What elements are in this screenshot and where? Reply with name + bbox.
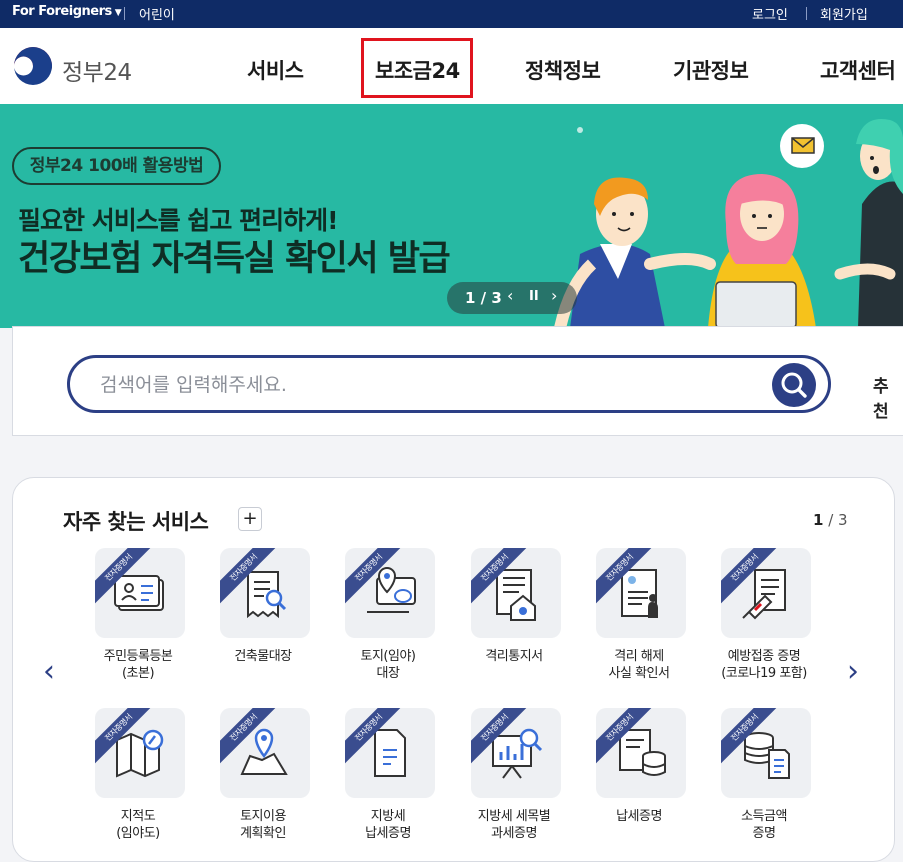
service-card[interactable]: 전자증명서 xyxy=(95,708,185,798)
nav-agency-info[interactable]: 기관정보 xyxy=(673,55,749,85)
banner-prev-button[interactable]: ‹ xyxy=(507,286,513,305)
services-pagination: 1 / 3 xyxy=(813,511,848,529)
service-item[interactable]: 전자증명서토지(임야) 대장 xyxy=(325,548,451,698)
kids-link[interactable]: 어린이 xyxy=(139,4,175,23)
nav-services[interactable]: 서비스 xyxy=(247,55,304,85)
recommend-keywords-label: 추천 xyxy=(873,377,889,422)
service-item[interactable]: 전자증명서지적도 (임야도) xyxy=(75,708,201,858)
for-foreigners-menu[interactable]: For Foreigners ▼ xyxy=(12,4,122,19)
add-service-button[interactable]: + xyxy=(238,507,262,531)
service-card[interactable]: 전자증명서 xyxy=(721,548,811,638)
service-label: 지방세 납세증명 xyxy=(365,809,411,841)
logo-text[interactable]: 정부24 xyxy=(62,53,132,87)
search-panel: 추천 xyxy=(12,326,903,436)
service-item[interactable]: 전자증명서격리 해제 사실 확인서 xyxy=(576,548,702,698)
nav-policy-info[interactable]: 정책정보 xyxy=(525,55,601,85)
service-card[interactable]: 전자증명서 xyxy=(345,708,435,798)
service-card[interactable]: 전자증명서 xyxy=(721,708,811,798)
service-item[interactable]: 전자증명서격리통지서 xyxy=(451,548,577,698)
services-page-current: 1 xyxy=(813,511,824,529)
services-prev-button[interactable]: ‹ xyxy=(43,654,55,689)
search-input[interactable] xyxy=(100,372,750,398)
login-link[interactable]: 로그인 xyxy=(752,4,788,23)
service-label: 주민등록등본 (초본) xyxy=(103,649,173,681)
search-box xyxy=(67,355,831,413)
service-label: 지적도 (임야도) xyxy=(116,809,160,841)
signup-link[interactable]: 회원가입 xyxy=(820,4,868,23)
government-logo-icon[interactable] xyxy=(12,45,54,87)
service-item[interactable]: 전자증명서지방세 납세증명 xyxy=(325,708,451,858)
nav-customer-center[interactable]: 고객센터 xyxy=(820,55,896,85)
divider xyxy=(806,7,807,20)
section-title: 자주 찾는 서비스 xyxy=(63,510,209,534)
service-item[interactable]: 전자증명서지방세 세목별 과세증명 xyxy=(451,708,577,858)
banner-next-button[interactable]: › xyxy=(551,286,557,305)
service-item[interactable]: 전자증명서예방접종 증명 (코로나19 포함) xyxy=(701,548,827,698)
divider xyxy=(124,7,125,20)
service-card[interactable]: 전자증명서 xyxy=(471,708,561,798)
caret-down-icon: ▼ xyxy=(114,8,122,18)
service-label: 납세증명 xyxy=(616,809,662,824)
service-card[interactable]: 전자증명서 xyxy=(345,548,435,638)
service-item[interactable]: 전자증명서주민등록등본 (초본) xyxy=(75,548,201,698)
banner-page-count: 1 / 3 xyxy=(465,289,502,307)
service-card[interactable]: 전자증명서 xyxy=(220,548,310,638)
service-item[interactable]: 전자증명서토지이용 계획확인 xyxy=(200,708,326,858)
service-item[interactable]: 전자증명서납세증명 xyxy=(576,708,702,858)
service-item[interactable]: 전자증명서건축물대장 xyxy=(200,548,326,698)
highlight-annotation xyxy=(361,38,473,98)
service-card[interactable]: 전자증명서 xyxy=(596,548,686,638)
service-label: 토지이용 계획확인 xyxy=(240,809,286,841)
frequent-services-panel: 자주 찾는 서비스 + 1 / 3 ‹ › 전자증명서 주민등록등본 (초본) 전자… xyxy=(12,477,895,862)
service-label: 건축물대장 xyxy=(234,649,292,664)
service-card[interactable]: 전자증명서 xyxy=(220,708,310,798)
banner-pill: 정부24 100배 활용방법 xyxy=(12,147,221,185)
search-button[interactable] xyxy=(772,363,816,407)
promo-banner[interactable]: 정부24 100배 활용방법 필요한 서비스를 쉽고 편리하게! 건강보험 자격… xyxy=(0,104,903,328)
service-label: 지방세 세목별 과세증명 xyxy=(477,809,551,841)
service-card[interactable]: 전자증명서 xyxy=(95,548,185,638)
service-label: 소득금액 증명 xyxy=(741,809,787,841)
service-label: 격리통지서 xyxy=(485,649,543,664)
services-page-total: / 3 xyxy=(828,511,848,529)
service-card[interactable]: 전자증명서 xyxy=(471,548,561,638)
service-label: 예방접종 증명 (코로나19 포함) xyxy=(721,649,807,681)
banner-title: 건강보험 자격득실 확인서 발급 xyxy=(18,239,451,279)
utility-bar: For Foreigners ▼ 어린이 로그인 회원가입 xyxy=(0,0,903,28)
services-next-button[interactable]: › xyxy=(847,654,859,689)
banner-illustration xyxy=(554,119,903,328)
banner-pager: 1 / 3 ‹ II › xyxy=(447,282,577,314)
service-label: 격리 해제 사실 확인서 xyxy=(608,649,670,681)
for-foreigners-label: For Foreigners xyxy=(12,4,112,19)
banner-pause-button[interactable]: II xyxy=(529,289,539,304)
service-card[interactable]: 전자증명서 xyxy=(596,708,686,798)
search-icon xyxy=(781,372,807,398)
service-item[interactable]: 전자증명서소득금액 증명 xyxy=(701,708,827,858)
service-label: 토지(임야) 대장 xyxy=(360,649,416,681)
